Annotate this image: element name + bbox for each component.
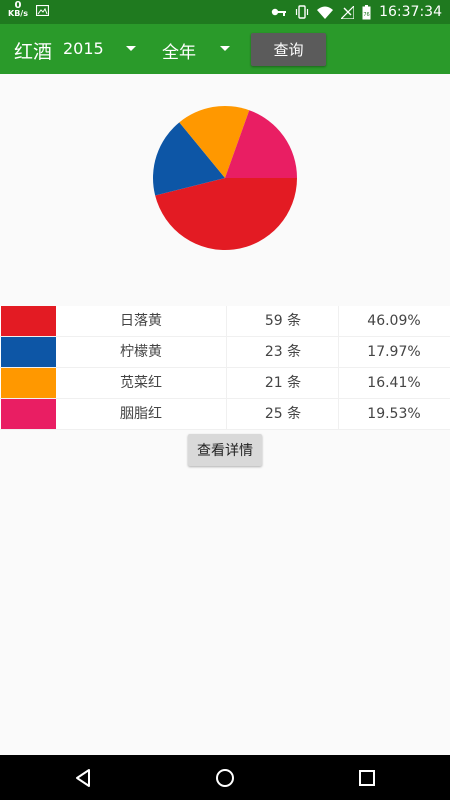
period-spinner[interactable]: 全年 bbox=[162, 38, 196, 63]
color-swatch bbox=[1, 306, 56, 336]
home-icon[interactable] bbox=[214, 767, 236, 789]
percentage: 17.97% bbox=[338, 337, 449, 367]
system-nav-bar bbox=[0, 755, 450, 800]
clock: 16:37:34 bbox=[379, 4, 442, 20]
table-row: 日落黄 59 条 46.09% bbox=[0, 306, 450, 337]
percentage: 46.09% bbox=[338, 306, 449, 336]
color-name: 日落黄 bbox=[120, 313, 162, 329]
wifi-icon bbox=[317, 6, 334, 19]
image-icon bbox=[35, 4, 49, 16]
svg-text:76: 76 bbox=[363, 12, 369, 18]
battery-icon: 76 bbox=[362, 4, 371, 19]
color-swatch bbox=[1, 399, 56, 429]
color-swatch bbox=[1, 337, 56, 367]
table-row: 胭脂红 25 条 19.53% bbox=[0, 399, 450, 430]
app-toolbar: 红酒 2015 全年 查询 bbox=[0, 24, 450, 74]
color-name: 胭脂红 bbox=[120, 406, 162, 422]
chevron-down-icon[interactable] bbox=[220, 46, 230, 51]
net-speed-unit: KB/s bbox=[8, 9, 28, 18]
table-row: 苋菜红 21 条 16.41% bbox=[0, 368, 450, 399]
year-spinner[interactable]: 2015 bbox=[63, 39, 104, 58]
signal-off-icon bbox=[341, 5, 355, 19]
pie-chart-svg bbox=[153, 106, 297, 251]
record-count: 59 条 bbox=[226, 306, 339, 336]
recents-icon[interactable] bbox=[356, 767, 378, 789]
chevron-down-icon[interactable] bbox=[126, 46, 136, 51]
page-title: 红酒 bbox=[14, 41, 53, 63]
percentage: 16.41% bbox=[338, 368, 449, 398]
status-bar: 0 KB/s 76 16:37:34 bbox=[0, 0, 450, 24]
color-swatch bbox=[1, 368, 56, 398]
color-name: 柠檬黄 bbox=[120, 344, 162, 360]
record-count: 25 条 bbox=[226, 399, 339, 429]
net-speed-indicator: 0 KB/s bbox=[8, 1, 28, 18]
table-row: 柠檬黄 23 条 17.97% bbox=[0, 337, 450, 368]
key-icon bbox=[271, 8, 287, 16]
back-icon[interactable] bbox=[72, 767, 94, 789]
legend-table: 日落黄 59 条 46.09% 柠檬黄 23 条 17.97% 苋菜红 21 条… bbox=[0, 306, 450, 430]
pie-chart bbox=[151, 104, 299, 252]
record-count: 21 条 bbox=[226, 368, 339, 398]
query-button[interactable]: 查询 bbox=[251, 33, 326, 66]
view-details-button[interactable]: 查看详情 bbox=[188, 434, 262, 466]
vibrate-icon bbox=[296, 5, 309, 19]
percentage: 19.53% bbox=[338, 399, 449, 429]
color-name: 苋菜红 bbox=[120, 375, 162, 391]
record-count: 23 条 bbox=[226, 337, 339, 367]
